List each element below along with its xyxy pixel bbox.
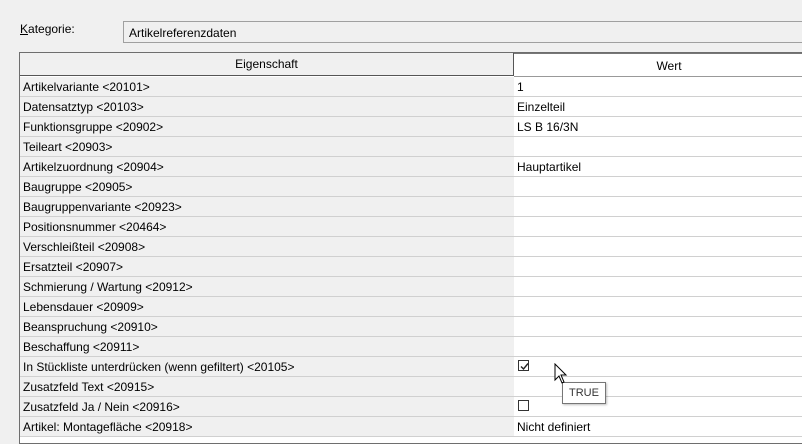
table-row[interactable]: Lebensdauer <20909> bbox=[20, 297, 802, 317]
property-cell[interactable]: Schmierung / Wartung <20912> bbox=[20, 277, 517, 297]
category-label-accesskey: K bbox=[20, 22, 29, 36]
table-row[interactable]: Teileart <20903> bbox=[20, 137, 802, 157]
property-cell[interactable]: Verschleißteil <20908> bbox=[20, 237, 517, 257]
property-label: Artikelvariante <20101> bbox=[23, 80, 150, 94]
table-row[interactable]: Zusatzfeld Ja / Nein <20916> bbox=[20, 397, 802, 417]
table-row[interactable]: Artikel: Montagefläche <20918> Nicht defi… bbox=[20, 417, 802, 437]
category-label-text: ategorie: bbox=[28, 22, 75, 36]
property-label: Schmierung / Wartung <20912> bbox=[23, 280, 193, 294]
value-text: Einzelteil bbox=[517, 100, 566, 114]
value-checkbox[interactable] bbox=[518, 400, 529, 411]
value-cell[interactable] bbox=[514, 297, 802, 317]
property-label: Lebensdauer <20909> bbox=[23, 300, 144, 314]
property-label: Funktionsgruppe <20902> bbox=[23, 120, 164, 134]
property-cell[interactable]: Baugruppe <20905> bbox=[20, 177, 517, 197]
check-icon bbox=[520, 363, 529, 371]
property-cell[interactable]: In Stückliste unterdrücken (wenn gefilte… bbox=[20, 357, 517, 377]
grid-rows: Artikelvariante <20101> 1 Datensatztyp <20… bbox=[20, 77, 802, 437]
table-row[interactable]: Beschaffung <20911> bbox=[20, 337, 802, 357]
property-label: Artikelzuordnung <20904> bbox=[23, 160, 164, 174]
category-label: Kategorie: bbox=[20, 22, 75, 36]
value-checkbox[interactable] bbox=[518, 360, 529, 371]
tooltip: TRUE bbox=[562, 382, 606, 404]
table-row[interactable]: Positionsnummer <20464> bbox=[20, 217, 802, 237]
property-cell[interactable]: Lebensdauer <20909> bbox=[20, 297, 517, 317]
property-label: In Stückliste unterdrücken (wenn gefilte… bbox=[23, 360, 295, 374]
table-row[interactable]: Zusatzfeld Text <20915> bbox=[20, 377, 802, 397]
value-cell[interactable]: Nicht definiert bbox=[514, 417, 802, 437]
property-label: Datensatztyp <20103> bbox=[23, 100, 144, 114]
property-cell[interactable]: Teileart <20903> bbox=[20, 137, 517, 157]
value-cell[interactable] bbox=[514, 177, 802, 197]
header-property[interactable]: Eigenschaft bbox=[20, 53, 514, 76]
property-label: Verschleißteil <20908> bbox=[23, 240, 146, 254]
table-row[interactable]: Baugruppenvariante <20923> bbox=[20, 197, 802, 217]
property-label: Baugruppe <20905> bbox=[23, 180, 133, 194]
value-cell[interactable] bbox=[514, 337, 802, 357]
value-text: Hauptartikel bbox=[517, 160, 582, 174]
grid-header: Eigenschaft Wert bbox=[20, 53, 802, 77]
property-label: Positionsnummer <20464> bbox=[23, 220, 167, 234]
property-cell[interactable]: Funktionsgruppe <20902> bbox=[20, 117, 517, 137]
value-text: Nicht definiert bbox=[517, 420, 591, 434]
value-cell[interactable]: LS B 16/3N bbox=[514, 117, 802, 137]
table-row[interactable]: Ersatzteil <20907> bbox=[20, 257, 802, 277]
property-cell[interactable]: Beschaffung <20911> bbox=[20, 337, 517, 357]
table-row[interactable]: In Stückliste unterdrücken (wenn gefilte… bbox=[20, 357, 802, 377]
property-label: Beschaffung <20911> bbox=[23, 340, 140, 354]
value-cell[interactable] bbox=[514, 237, 802, 257]
table-row[interactable]: Datensatztyp <20103> Einzelteil bbox=[20, 97, 802, 117]
table-row[interactable]: Beanspruchung <20910> bbox=[20, 317, 802, 337]
category-field[interactable]: Artikelreferenzdaten bbox=[123, 21, 802, 43]
value-cell[interactable] bbox=[514, 317, 802, 337]
value-cell[interactable] bbox=[514, 197, 802, 217]
property-cell[interactable]: Artikelvariante <20101> bbox=[20, 77, 517, 97]
property-cell[interactable]: Ersatzteil <20907> bbox=[20, 257, 517, 277]
value-cell[interactable]: 1 bbox=[514, 77, 802, 97]
property-cell[interactable]: Datensatztyp <20103> bbox=[20, 97, 517, 117]
property-cell[interactable]: Beanspruchung <20910> bbox=[20, 317, 517, 337]
property-label: Baugruppenvariante <20923> bbox=[23, 200, 182, 214]
value-text: 1 bbox=[517, 80, 524, 94]
table-row[interactable]: Artikelvariante <20101> 1 bbox=[20, 77, 802, 97]
property-label: Zusatzfeld Text <20915> bbox=[23, 380, 155, 394]
property-label: Zusatzfeld Ja / Nein <20916> bbox=[23, 400, 180, 414]
value-cell[interactable]: Hauptartikel bbox=[514, 157, 802, 177]
property-cell[interactable]: Zusatzfeld Ja / Nein <20916> bbox=[20, 397, 517, 417]
property-cell[interactable]: Zusatzfeld Text <20915> bbox=[20, 377, 517, 397]
property-cell[interactable]: Positionsnummer <20464> bbox=[20, 217, 517, 237]
header-value[interactable]: Wert bbox=[514, 53, 802, 77]
property-label: Ersatzteil <20907> bbox=[23, 260, 124, 274]
property-label: Teileart <20903> bbox=[23, 140, 113, 154]
value-cell[interactable] bbox=[514, 137, 802, 157]
value-cell[interactable] bbox=[514, 217, 802, 237]
value-cell[interactable] bbox=[514, 277, 802, 297]
table-row[interactable]: Artikelzuordnung <20904> Hauptartikel bbox=[20, 157, 802, 177]
table-row[interactable]: Verschleißteil <20908> bbox=[20, 237, 802, 257]
property-grid: Eigenschaft Wert Artikelvariante <20101>… bbox=[19, 52, 802, 444]
value-cell[interactable] bbox=[514, 257, 802, 277]
property-label: Beanspruchung <20910> bbox=[23, 320, 158, 334]
table-row[interactable]: Baugruppe <20905> bbox=[20, 177, 802, 197]
property-label: Artikel: Montagefläche <20918> bbox=[23, 420, 193, 434]
table-row[interactable]: Schmierung / Wartung <20912> bbox=[20, 277, 802, 297]
property-cell[interactable]: Artikelzuordnung <20904> bbox=[20, 157, 517, 177]
value-text: LS B 16/3N bbox=[517, 120, 579, 134]
table-row[interactable]: Funktionsgruppe <20902> LS B 16/3N bbox=[20, 117, 802, 137]
property-cell[interactable]: Baugruppenvariante <20923> bbox=[20, 197, 517, 217]
property-cell[interactable]: Artikel: Montagefläche <20918> bbox=[20, 417, 517, 437]
mouse-pointer-icon bbox=[554, 363, 568, 384]
value-cell[interactable] bbox=[514, 397, 802, 417]
value-cell[interactable]: Einzelteil bbox=[514, 97, 802, 117]
